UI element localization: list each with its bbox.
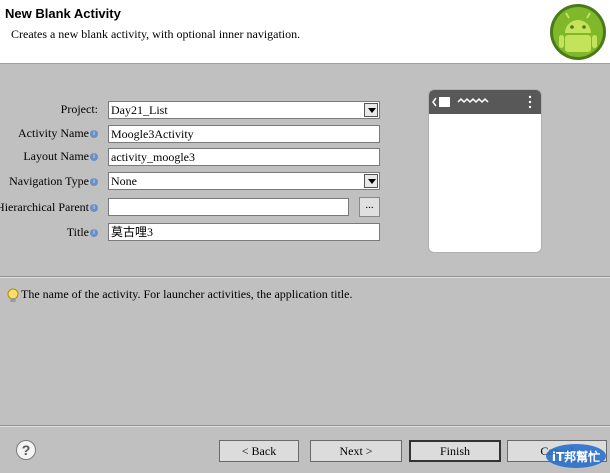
hierarchical-parent-label: Hierarchical Parent i xyxy=(0,200,98,215)
title-field[interactable]: 莫古哩3 xyxy=(108,223,380,241)
layout-name-info-icon: i xyxy=(90,152,98,161)
wizard-header: New Blank Activity Creates a new blank a… xyxy=(0,0,610,64)
status-message: The name of the activity. For launcher a… xyxy=(21,287,353,301)
next-button[interactable]: Next > xyxy=(310,440,402,462)
wizard-title: New Blank Activity xyxy=(5,6,121,21)
wizard-description: Creates a new blank activity, with optio… xyxy=(11,27,301,41)
title-label: Title i xyxy=(67,225,98,240)
hierarchical-parent-info-icon: i xyxy=(90,203,98,212)
layout-name-label: Layout Name i xyxy=(23,149,98,164)
button-bar-separator xyxy=(0,425,610,427)
back-button[interactable]: < Back xyxy=(219,440,299,462)
activity-name-info-icon: i xyxy=(90,129,98,138)
navigation-type-dropdown-arrow-icon[interactable] xyxy=(364,174,378,188)
preview-action-bar xyxy=(429,90,541,114)
preview-action-bar-icons xyxy=(432,95,532,109)
navigation-type-info-icon: i xyxy=(90,177,98,186)
navigation-type-value: None xyxy=(111,174,137,188)
project-dropdown-arrow-icon[interactable] xyxy=(364,103,378,117)
activity-preview xyxy=(428,89,542,253)
browse-button[interactable]: ... xyxy=(359,197,380,217)
activity-name-label: Activity Name i xyxy=(18,126,98,141)
activity-name-field[interactable]: Moogle3Activity xyxy=(108,125,380,143)
project-value: Day21_List xyxy=(111,103,168,117)
lightbulb-icon xyxy=(7,288,19,302)
hierarchical-parent-field[interactable] xyxy=(108,198,349,216)
project-combo[interactable]: Day21_List xyxy=(108,101,380,119)
message-separator-top xyxy=(0,276,610,278)
navigation-type-label: Navigation Type i xyxy=(9,174,98,189)
help-icon[interactable]: ? xyxy=(16,440,36,460)
android-logo-icon xyxy=(550,4,606,60)
svg-text:iT邦幫忙: iT邦幫忙 xyxy=(552,449,600,464)
title-info-icon: i xyxy=(90,228,98,237)
layout-name-field[interactable]: activity_moogle3 xyxy=(108,148,380,166)
finish-button[interactable]: Finish xyxy=(409,440,501,462)
project-label: Project: xyxy=(60,102,98,116)
navigation-type-combo[interactable]: None xyxy=(108,172,380,190)
ithome-watermark-logo: iT邦幫忙 xyxy=(546,444,606,468)
